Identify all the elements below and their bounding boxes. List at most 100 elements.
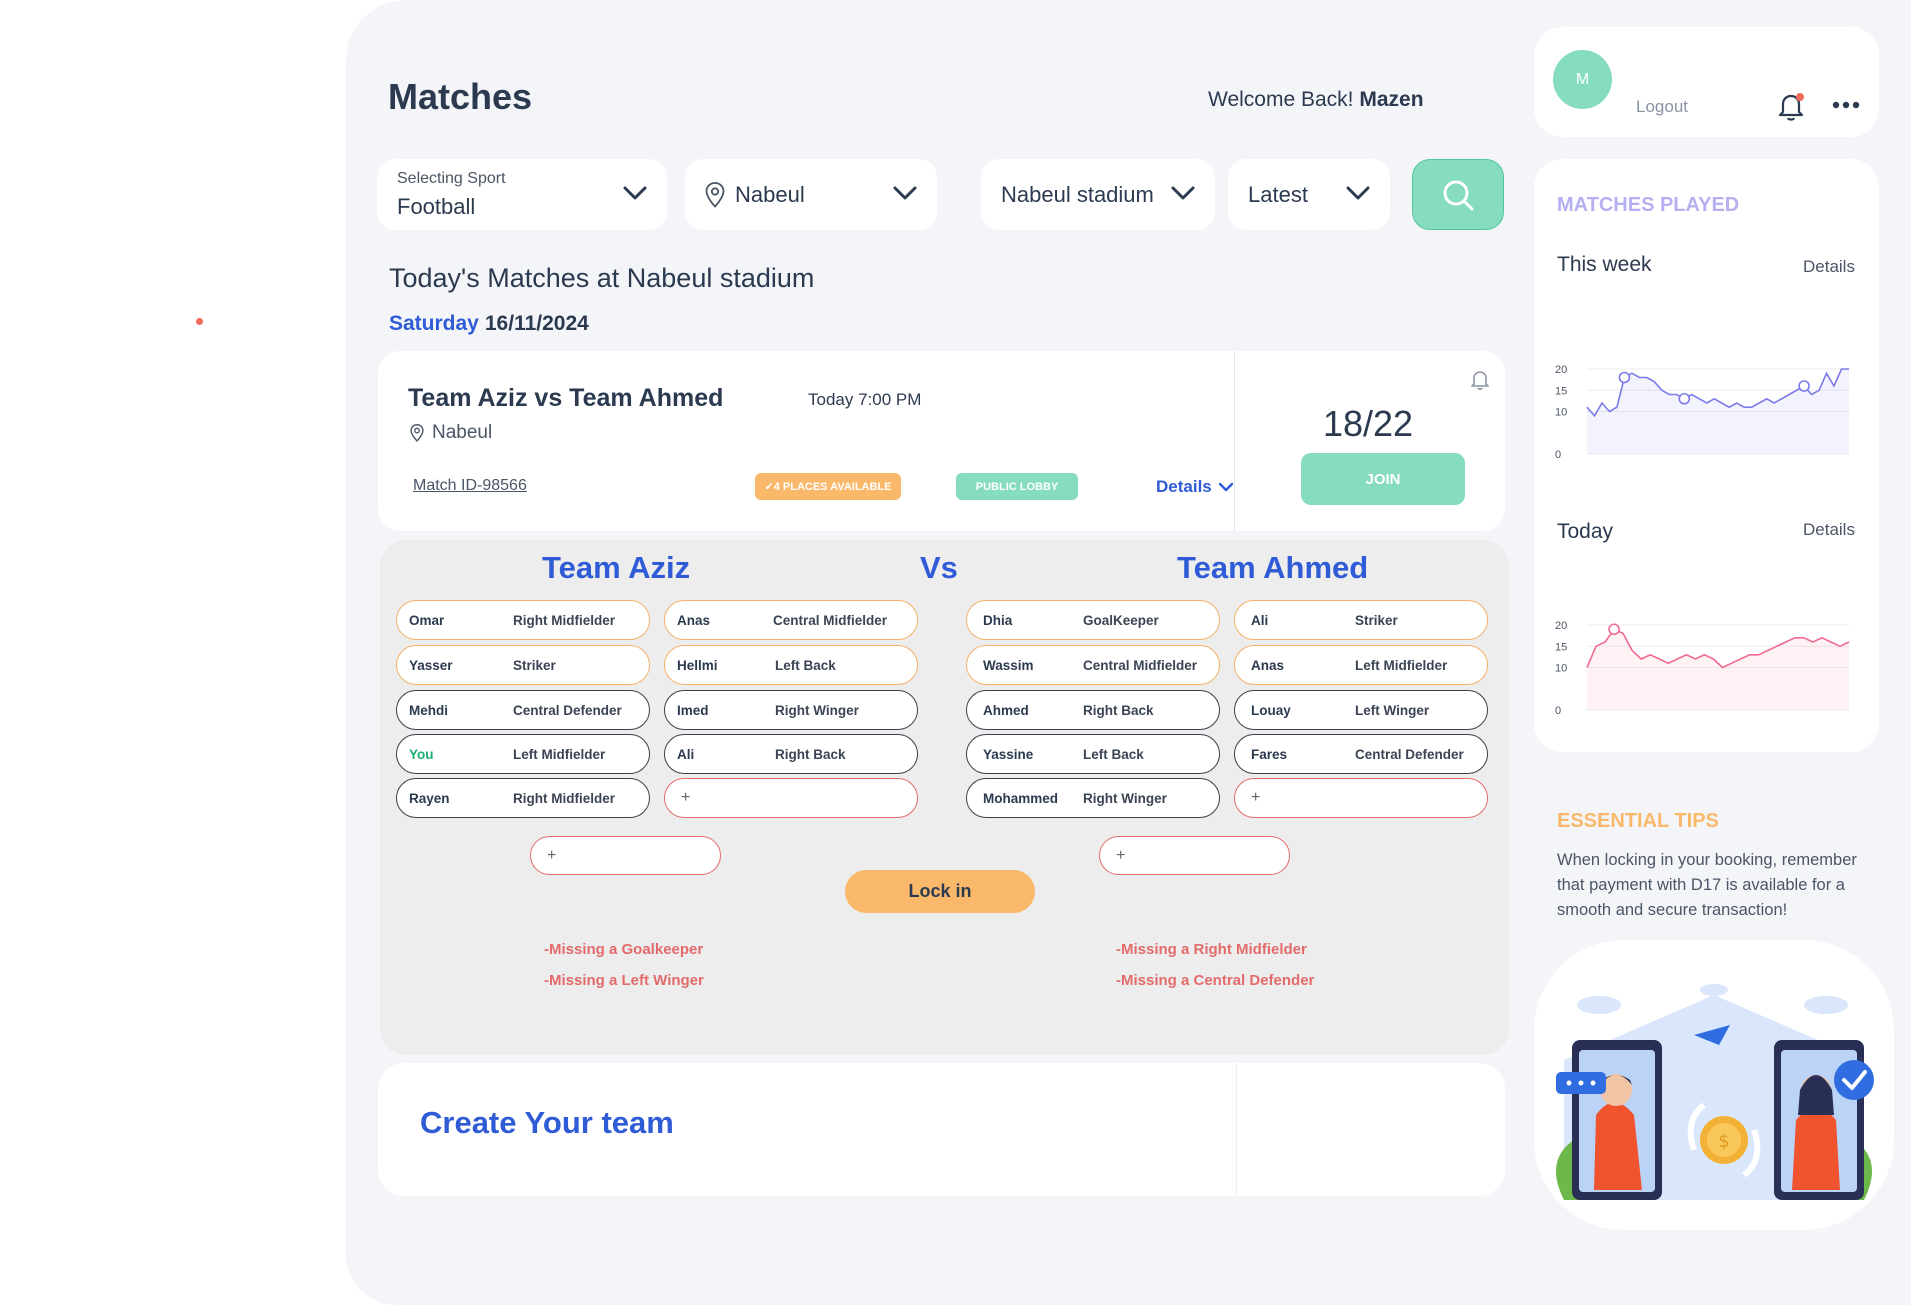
player-position: Left Back bbox=[1083, 746, 1144, 762]
match-details-toggle[interactable]: Details bbox=[1156, 477, 1234, 497]
player-name: Mohammed bbox=[983, 790, 1059, 806]
player-position: Central Midfielder bbox=[1083, 657, 1198, 673]
player-name: Ali bbox=[677, 746, 695, 762]
create-team-card[interactable]: Create Your team bbox=[378, 1063, 1505, 1196]
data-point-marker bbox=[1608, 623, 1620, 636]
welcome-prefix: Welcome Back! bbox=[1208, 88, 1354, 111]
add-player-plus: + bbox=[1116, 846, 1126, 864]
player-slot[interactable]: Anas Left Midfielder bbox=[1234, 645, 1488, 685]
payment-illustration: $ bbox=[1534, 940, 1894, 1230]
team-left-name: Team Aziz bbox=[542, 550, 691, 585]
player-slot[interactable]: Mehdi Central Defender bbox=[396, 690, 650, 730]
player-slot[interactable]: Mohammed Right Winger bbox=[966, 778, 1220, 818]
listing-date: Saturday 16/11/2024 bbox=[389, 312, 589, 336]
player-slot[interactable]: Louay Left Winger bbox=[1234, 690, 1488, 730]
bell-icon[interactable] bbox=[1470, 369, 1490, 391]
today-chart: 0 10 15 20 bbox=[1555, 620, 1850, 717]
add-player-slot[interactable]: + bbox=[1234, 778, 1488, 818]
player-position: Central Defender bbox=[513, 702, 622, 718]
more-dots-icon[interactable] bbox=[1832, 101, 1860, 109]
y-tick-label: 20 bbox=[1555, 620, 1567, 632]
player-name: You bbox=[409, 746, 434, 762]
player-position: Right Back bbox=[775, 746, 846, 762]
player-name: Hellmi bbox=[677, 657, 718, 673]
logout-link[interactable]: Logout bbox=[1636, 97, 1688, 117]
player-name: Anas bbox=[677, 612, 711, 628]
player-slot[interactable]: Omar Right Midfielder bbox=[396, 600, 650, 640]
tips-text: When locking in your booking, remember t… bbox=[1557, 851, 1857, 919]
missing-warning: -Missing a Goalkeeper bbox=[544, 941, 704, 958]
tips-heading: ESSENTIAL TIPS bbox=[1557, 810, 1719, 832]
match-card: Team Aziz vs Team Ahmed Today 7:00 PM Na… bbox=[378, 351, 1505, 531]
player-position: Right Back bbox=[1083, 702, 1154, 718]
player-position: Central Defender bbox=[1355, 746, 1464, 762]
chevron-down-icon bbox=[893, 186, 917, 200]
sport-select[interactable]: Selecting Sport Football bbox=[377, 159, 667, 230]
player-name: Imed bbox=[677, 702, 709, 718]
decorative-dot bbox=[196, 318, 203, 325]
player-slot[interactable]: Wassim Central Midfielder bbox=[966, 645, 1220, 685]
player-slot[interactable]: Rayen Right Midfielder bbox=[396, 778, 650, 818]
y-tick-label: 10 bbox=[1555, 663, 1567, 675]
player-position: Right Midfielder bbox=[513, 790, 615, 806]
player-slot[interactable]: Hellmi Left Back bbox=[664, 645, 918, 685]
player-slot[interactable]: Fares Central Defender bbox=[1234, 734, 1488, 774]
svg-text:$: $ bbox=[1718, 1131, 1729, 1152]
stadium-select[interactable]: Nabeul stadium bbox=[981, 159, 1215, 230]
player-position: Right Midfielder bbox=[513, 612, 615, 628]
match-id-link[interactable]: Match ID-98566 bbox=[413, 477, 527, 495]
places-available-badge: ✓4 PLACES AVAILABLE bbox=[755, 473, 901, 500]
avatar[interactable]: M bbox=[1553, 50, 1612, 109]
bell-icon[interactable] bbox=[1777, 91, 1805, 123]
chevron-down-icon bbox=[1218, 482, 1233, 491]
lineup-panel: Team Aziz Vs Team Ahmed Omar Right Midfie… bbox=[380, 540, 1509, 1055]
player-slot[interactable]: Yasser Striker bbox=[396, 645, 650, 685]
search-button[interactable] bbox=[1412, 159, 1504, 230]
today-details-link[interactable]: Details bbox=[1803, 520, 1855, 540]
versus-label: Vs bbox=[920, 550, 958, 585]
player-slot[interactable]: Ali Striker bbox=[1234, 600, 1488, 640]
player-slot[interactable]: Dhia GoalKeeper bbox=[966, 600, 1220, 640]
missing-warning: -Missing a Left Winger bbox=[544, 972, 704, 989]
add-substitute-slot[interactable]: + bbox=[1099, 836, 1290, 875]
match-details-label: Details bbox=[1156, 477, 1212, 496]
public-lobby-badge: PUBLIC LOBBY bbox=[956, 473, 1078, 500]
player-name: Ali bbox=[1251, 612, 1269, 628]
player-slot-you[interactable]: You Left Midfielder bbox=[396, 734, 650, 774]
y-tick-label: 10 bbox=[1555, 407, 1567, 419]
lock-in-button[interactable]: Lock in bbox=[845, 870, 1035, 913]
add-player-plus: + bbox=[547, 846, 557, 864]
week-details-link[interactable]: Details bbox=[1803, 257, 1855, 277]
player-slot[interactable]: Imed Right Winger bbox=[664, 690, 918, 730]
player-slot[interactable]: Ahmed Right Back bbox=[966, 690, 1220, 730]
player-slot[interactable]: Yassine Left Back bbox=[966, 734, 1220, 774]
sort-select[interactable]: Latest bbox=[1228, 159, 1390, 230]
listing-date-value: 16/11/2024 bbox=[484, 312, 589, 335]
chevron-down-icon bbox=[1346, 186, 1370, 200]
listing-heading: Today's Matches at Nabeul stadium bbox=[389, 263, 815, 293]
stats-heading: MATCHES PLAYED bbox=[1557, 194, 1740, 216]
player-position: Left Back bbox=[775, 657, 836, 673]
missing-warning: -Missing a Right Midfielder bbox=[1116, 941, 1307, 958]
y-tick-label: 20 bbox=[1555, 364, 1567, 376]
player-slot[interactable]: Anas Central Midfielder bbox=[664, 600, 918, 640]
y-tick-label: 0 bbox=[1555, 705, 1561, 717]
player-position: Left Winger bbox=[1355, 702, 1430, 718]
card-divider bbox=[1236, 1063, 1237, 1196]
data-point-marker bbox=[1798, 380, 1810, 392]
sport-select-label: Selecting Sport bbox=[397, 169, 506, 187]
player-position: Right Winger bbox=[775, 702, 859, 718]
week-label: This week bbox=[1557, 253, 1652, 276]
add-player-slot[interactable]: + bbox=[664, 778, 918, 818]
join-button[interactable]: JOIN bbox=[1301, 453, 1465, 505]
page-title: Matches bbox=[388, 76, 533, 117]
player-name: Dhia bbox=[983, 612, 1013, 628]
player-name: Ahmed bbox=[983, 702, 1029, 718]
player-slot[interactable]: Ali Right Back bbox=[664, 734, 918, 774]
sort-select-value: Latest bbox=[1248, 181, 1308, 207]
card-divider bbox=[1234, 351, 1235, 531]
match-time: Today 7:00 PM bbox=[808, 390, 922, 409]
add-substitute-slot[interactable]: + bbox=[530, 836, 721, 875]
player-name: Mehdi bbox=[409, 702, 448, 718]
city-select[interactable]: Nabeul bbox=[685, 159, 937, 230]
